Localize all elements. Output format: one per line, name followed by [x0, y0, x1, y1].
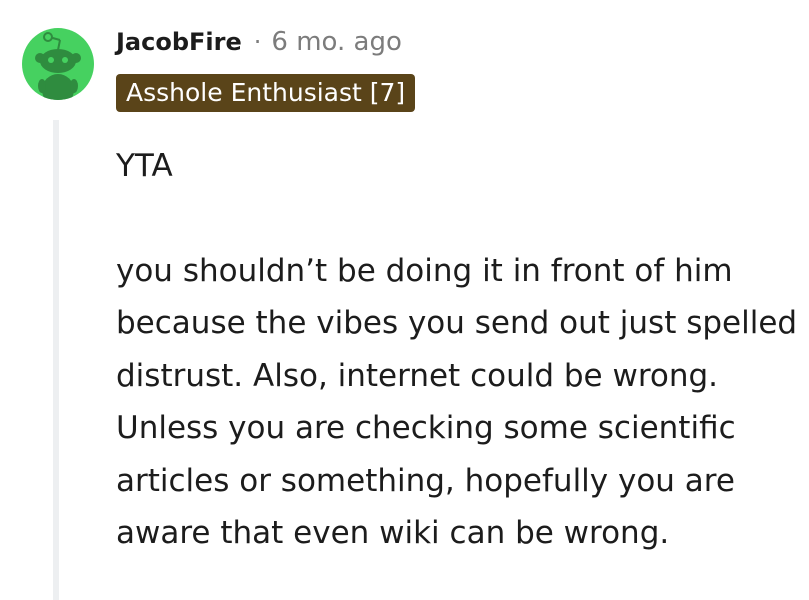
- user-flair: Asshole Enthusiast [7]: [116, 74, 416, 112]
- timestamp-link[interactable]: 6 mo. ago: [271, 27, 401, 57]
- username-link[interactable]: JacobFire: [116, 28, 242, 56]
- meta-separator: ·: [253, 28, 262, 56]
- comment-body: YTA you shouldn’t be doing it in front o…: [116, 140, 806, 560]
- avatar[interactable]: [22, 28, 94, 100]
- thread-line[interactable]: [53, 120, 59, 600]
- comment-paragraph: you shouldn’t be doing it in front of hi…: [116, 252, 798, 552]
- snoo-avatar-icon: [35, 32, 81, 100]
- comment-paragraph: YTA: [116, 148, 173, 184]
- comment-meta: JacobFire · 6 mo. ago: [116, 24, 402, 60]
